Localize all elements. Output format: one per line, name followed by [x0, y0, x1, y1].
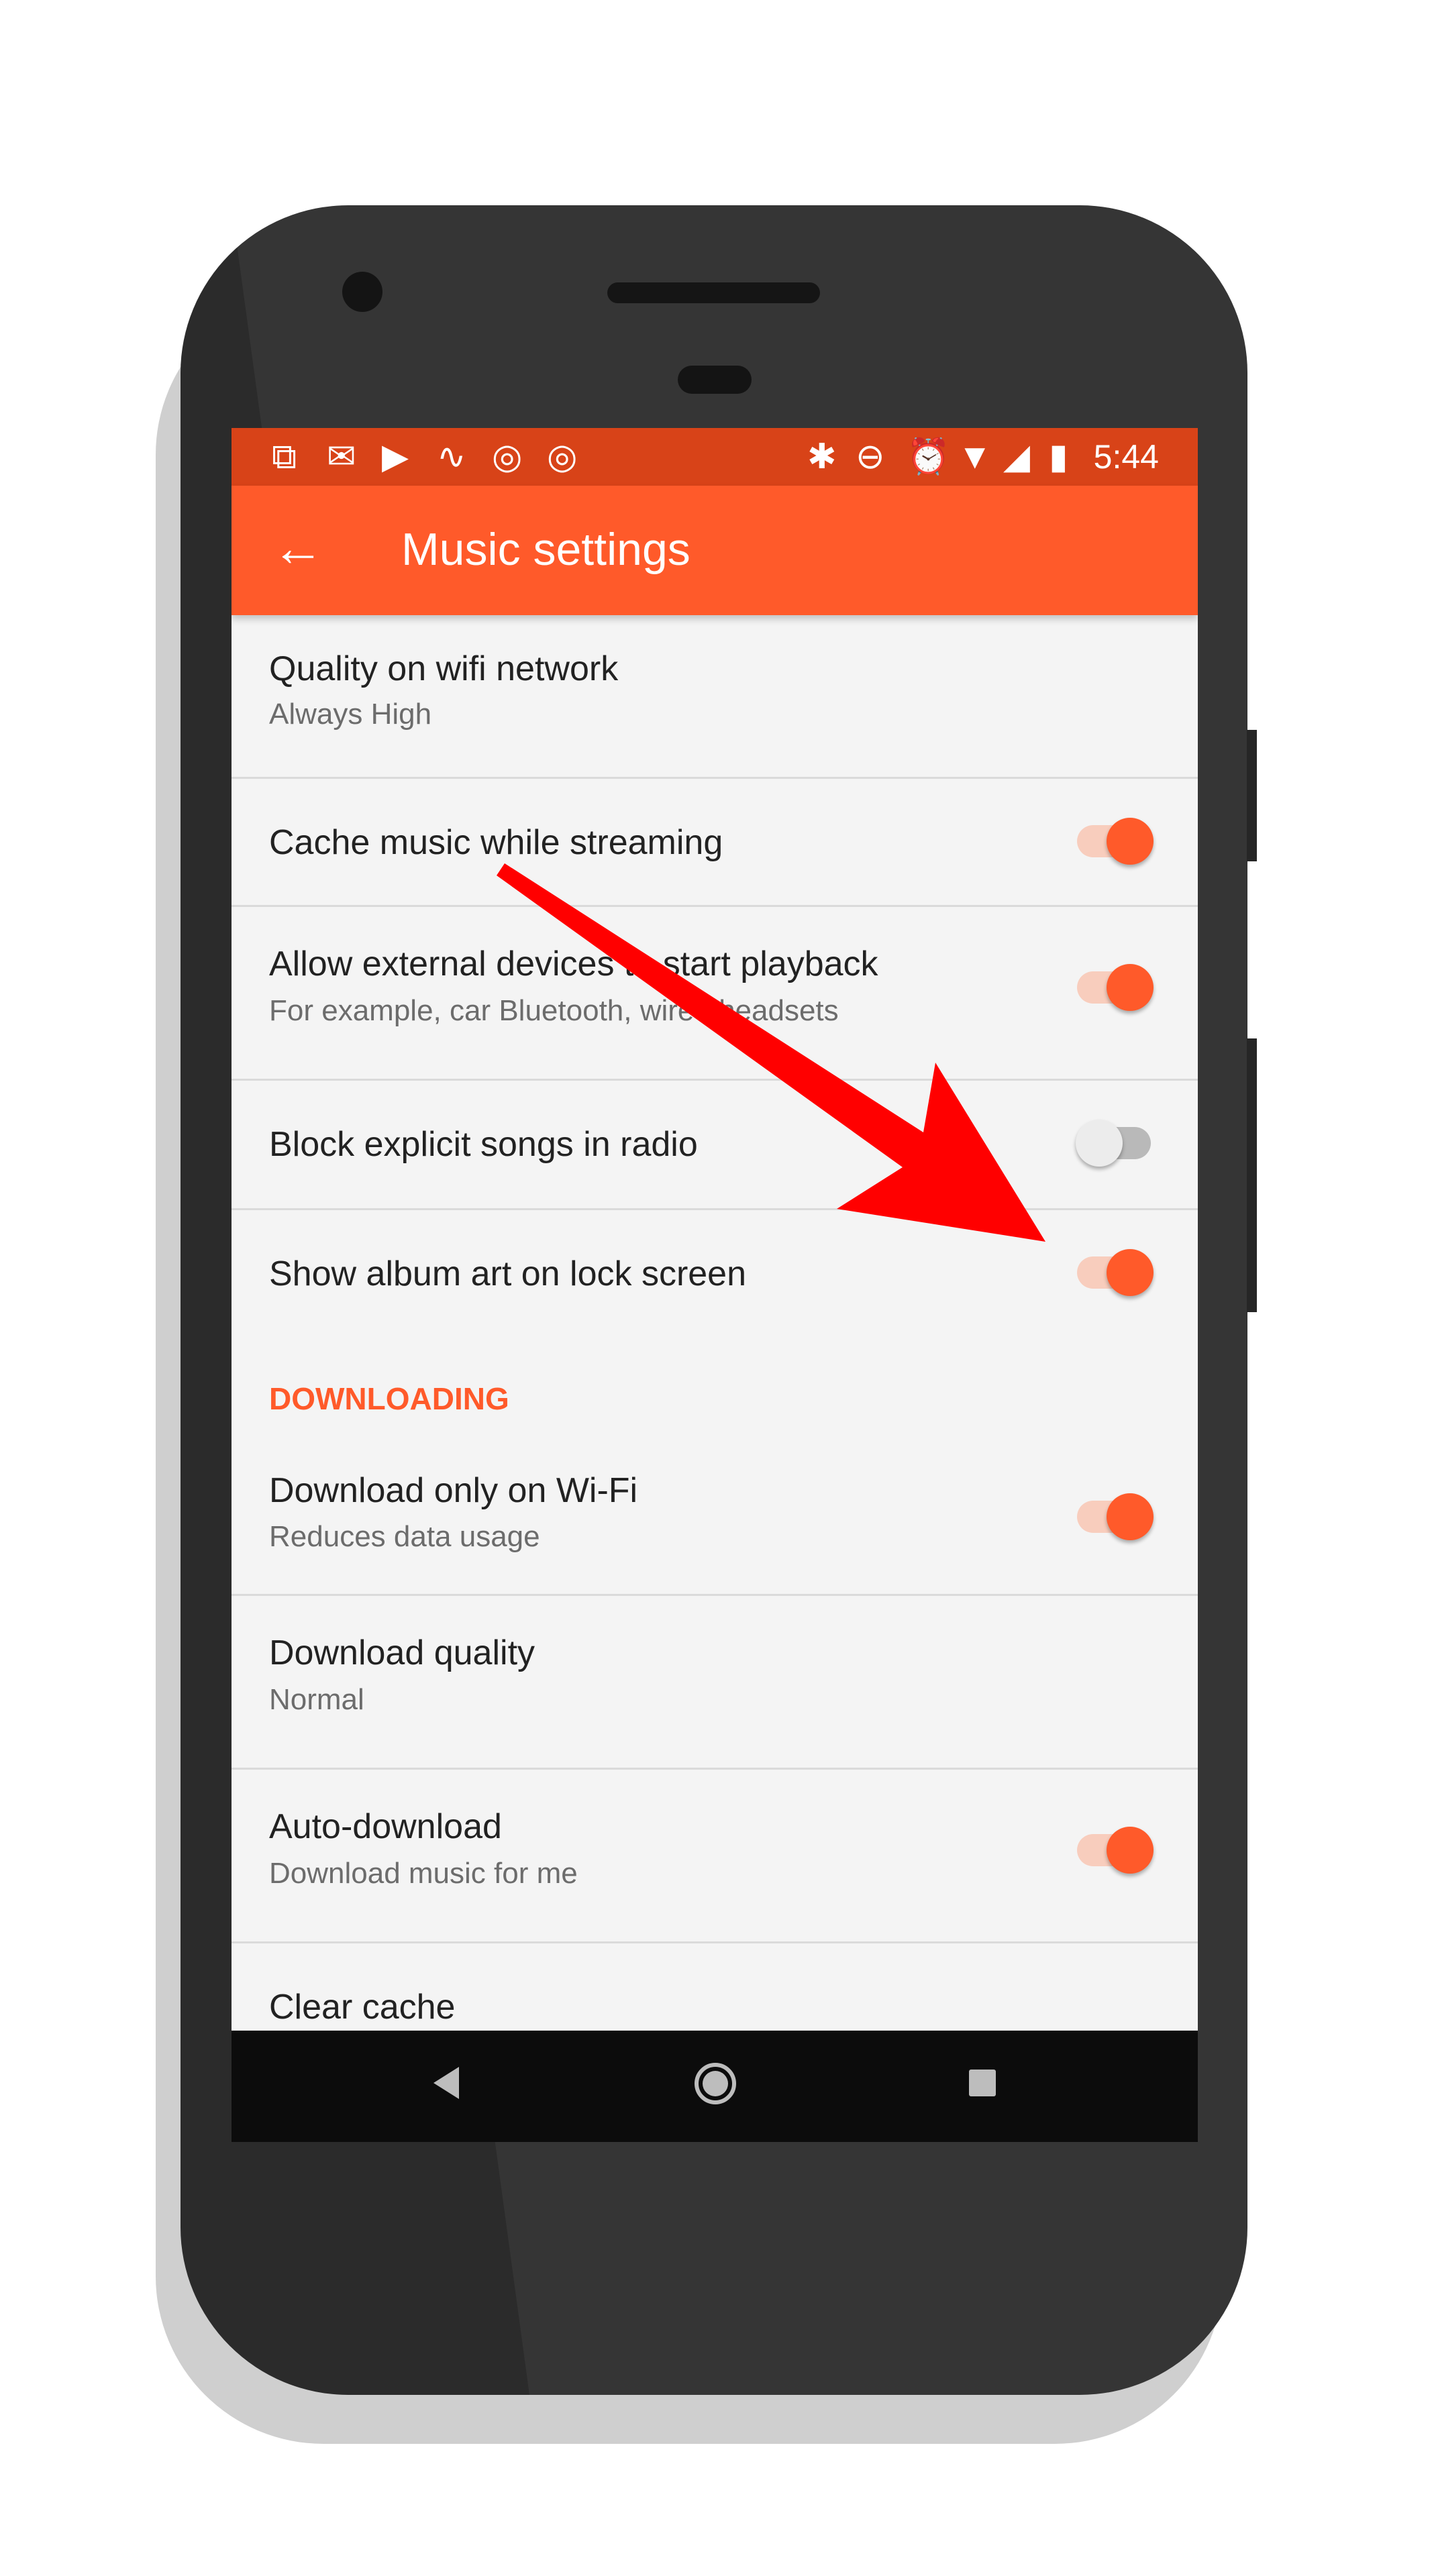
analytics-icon: ∿: [437, 437, 466, 476]
setting-subtitle: For example, car Bluetooth, wired headse…: [269, 994, 839, 1027]
setting-quality-wifi[interactable]: Quality on wifi network Always High: [232, 615, 1198, 779]
album-art-toggle[interactable]: [1077, 1242, 1154, 1303]
youtube-icon: ▶: [382, 437, 409, 476]
download-wifi-toggle[interactable]: [1077, 1487, 1154, 1547]
signal-icon: ◢: [1003, 437, 1030, 476]
cache-music-toggle[interactable]: [1077, 811, 1154, 871]
setting-title: Download only on Wi-Fi: [269, 1471, 638, 1510]
status-bar: ⧉ ✉ ▶ ∿ ◎ ◎ ✱ ⊖ ⏰ ▼ ◢ ▮ 5:44: [232, 428, 1198, 486]
setting-download-quality[interactable]: Download quality Normal: [232, 1596, 1198, 1770]
setting-external-devices[interactable]: Allow external devices to start playback…: [232, 907, 1198, 1081]
home-nav-icon[interactable]: [693, 2061, 737, 2106]
volume-button: [1247, 1038, 1257, 1312]
setting-title: Clear cache: [269, 1988, 456, 2027]
screen: ⧉ ✉ ▶ ∿ ◎ ◎ ✱ ⊖ ⏰ ▼ ◢ ▮ 5:44 ← Music set…: [232, 428, 1198, 2142]
external-devices-toggle[interactable]: [1077, 957, 1154, 1018]
section-header-downloading: DOWNLOADING: [269, 1381, 509, 1416]
bluetooth-icon: ✱: [807, 437, 837, 476]
setting-auto-download[interactable]: Auto-download Download music for me: [232, 1770, 1198, 1943]
earpiece: [607, 282, 820, 303]
do-not-disturb-icon: ⊖: [856, 437, 885, 476]
setting-title: Quality on wifi network: [269, 649, 619, 688]
instagram-icon: ◎: [492, 437, 523, 476]
setting-clear-cache[interactable]: Clear cache: [232, 1943, 1198, 2037]
auto-download-toggle[interactable]: [1077, 1820, 1154, 1880]
arrow-back-icon[interactable]: ←: [272, 521, 324, 574]
setting-title: Block explicit songs in radio: [269, 1125, 698, 1164]
alarm-icon: ⏰: [907, 437, 950, 476]
back-nav-icon[interactable]: [429, 2063, 463, 2103]
instagram-icon: ◎: [547, 437, 578, 476]
page-title: Music settings: [401, 524, 691, 575]
setting-title: Show album art on lock screen: [269, 1254, 747, 1293]
setting-subtitle: Always High: [269, 698, 432, 731]
setting-subtitle: Reduces data usage: [269, 1520, 540, 1553]
gmail-icon: ✉: [327, 437, 356, 476]
setting-block-explicit[interactable]: Block explicit songs in radio: [232, 1081, 1198, 1210]
setting-title: Cache music while streaming: [269, 823, 723, 862]
setting-album-art[interactable]: Show album art on lock screen: [232, 1210, 1198, 1344]
clock: 5:44: [1093, 438, 1159, 476]
setting-title: Allow external devices to start playback: [269, 945, 878, 983]
setting-cache-music[interactable]: Cache music while streaming: [232, 779, 1198, 907]
battery-icon: ▮: [1049, 437, 1068, 476]
toolbar: ← Music settings: [232, 486, 1198, 615]
screenshot-icon: ⧉: [272, 437, 297, 476]
setting-subtitle: Normal: [269, 1683, 364, 1716]
power-button: [1247, 730, 1257, 861]
setting-title: Download quality: [269, 1633, 535, 1672]
recents-nav-icon[interactable]: [968, 2068, 997, 2098]
setting-download-wifi[interactable]: Download only on Wi-Fi Reduces data usag…: [232, 1442, 1198, 1596]
wifi-icon: ▼: [958, 437, 992, 476]
setting-title: Auto-download: [269, 1807, 502, 1846]
sensor: [678, 366, 752, 394]
navigation-bar: [232, 2031, 1198, 2142]
setting-subtitle: Download music for me: [269, 1857, 578, 1890]
front-camera: [342, 272, 382, 312]
block-explicit-toggle[interactable]: [1076, 1113, 1152, 1173]
